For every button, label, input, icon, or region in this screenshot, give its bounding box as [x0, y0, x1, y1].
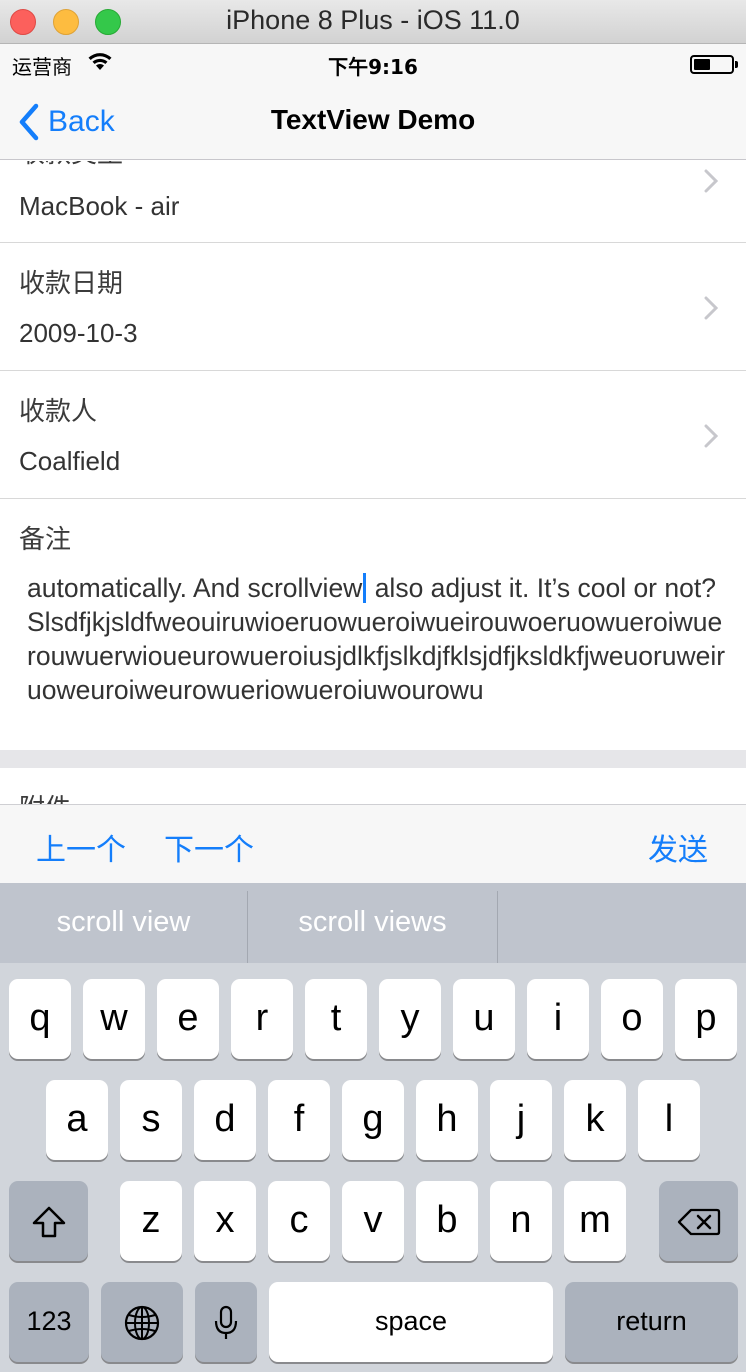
next-button[interactable]: 下一个 [164, 825, 254, 869]
key-w[interactable]: w [83, 979, 145, 1059]
key-f[interactable]: f [268, 1080, 330, 1160]
key-g[interactable]: g [342, 1080, 404, 1160]
key-l[interactable]: l [638, 1080, 700, 1160]
shift-key[interactable] [9, 1181, 88, 1261]
key-i[interactable]: i [527, 979, 589, 1059]
globe-key[interactable] [101, 1282, 183, 1362]
simulator-title-bar: iPhone 8 Plus - iOS 11.0 [0, 0, 746, 44]
key-q[interactable]: q [9, 979, 71, 1059]
cell-payee[interactable]: 收款人 Coalfield [0, 371, 746, 499]
key-m[interactable]: m [564, 1181, 626, 1261]
key-c[interactable]: c [268, 1181, 330, 1261]
cell-label: 收款人 [19, 397, 98, 427]
remark-label: 备注 [19, 525, 72, 555]
form-scroll-view[interactable]: 收款类型 MacBook - air 收款日期 2009-10-3 收款人 Co… [0, 161, 746, 804]
delete-key[interactable] [659, 1181, 738, 1261]
return-key[interactable]: return [565, 1282, 738, 1362]
cell-label: 收款类型 [19, 161, 123, 170]
keyboard: scroll view scroll views q w e r t y u i… [0, 883, 746, 1372]
remark-text-view[interactable]: automatically. And scrollview also adjus… [27, 571, 727, 731]
shift-icon [32, 1206, 65, 1238]
key-y[interactable]: y [379, 979, 441, 1059]
cell-value: Coalfield [19, 446, 121, 476]
key-t[interactable]: t [305, 979, 367, 1059]
chevron-right-icon [704, 424, 718, 448]
dictation-key[interactable] [195, 1282, 257, 1362]
send-button[interactable]: 发送 [648, 825, 708, 869]
suggestion-2[interactable]: scroll views [248, 883, 497, 963]
key-x[interactable]: x [194, 1181, 256, 1261]
key-o[interactable]: o [601, 979, 663, 1059]
key-u[interactable]: u [453, 979, 515, 1059]
key-k[interactable]: k [564, 1080, 626, 1160]
suggestion-3[interactable] [498, 883, 746, 963]
key-a[interactable]: a [46, 1080, 108, 1160]
page-title: TextView Demo [270, 104, 476, 135]
predictive-bar: scroll view scroll views [0, 883, 746, 963]
key-p[interactable]: p [675, 979, 737, 1059]
numbers-key[interactable]: 123 [9, 1282, 89, 1362]
chevron-right-icon [704, 296, 718, 320]
key-e[interactable]: e [157, 979, 219, 1059]
cell-value: 2009-10-3 [19, 318, 138, 348]
key-n[interactable]: n [490, 1181, 552, 1261]
battery-icon [690, 55, 738, 74]
status-bar: 运营商 下午9:16 [0, 44, 746, 84]
navigation-bar: Back TextView Demo [0, 84, 746, 160]
key-v[interactable]: v [342, 1181, 404, 1261]
key-h[interactable]: h [416, 1080, 478, 1160]
key-s[interactable]: s [120, 1080, 182, 1160]
status-time: 下午9:16 [328, 55, 418, 79]
attachment-label: 附件 [19, 788, 71, 804]
chevron-right-icon [704, 169, 718, 193]
space-key[interactable]: space [269, 1282, 553, 1362]
cell-value: MacBook - air [19, 191, 180, 221]
globe-icon [124, 1305, 160, 1341]
text-cursor [363, 573, 367, 603]
cell-payment-type[interactable]: 收款类型 MacBook - air [0, 161, 746, 243]
previous-button[interactable]: 上一个 [36, 825, 126, 869]
key-b[interactable]: b [416, 1181, 478, 1261]
microphone-icon [214, 1305, 238, 1339]
remark-text-before: automatically. And scrollview [27, 573, 363, 603]
cell-attachment[interactable]: 附件 [0, 768, 746, 804]
cell-label: 收款日期 [19, 269, 124, 299]
cell-payment-date[interactable]: 收款日期 2009-10-3 [0, 243, 746, 371]
delete-icon [677, 1208, 720, 1236]
input-accessory-toolbar: 上一个 下一个 发送 [0, 804, 746, 883]
key-d[interactable]: d [194, 1080, 256, 1160]
section-separator [0, 750, 746, 768]
key-z[interactable]: z [120, 1181, 182, 1261]
suggestion-1[interactable]: scroll view [0, 883, 247, 963]
key-r[interactable]: r [231, 979, 293, 1059]
window-title: iPhone 8 Plus - iOS 11.0 [226, 5, 520, 35]
key-j[interactable]: j [490, 1080, 552, 1160]
